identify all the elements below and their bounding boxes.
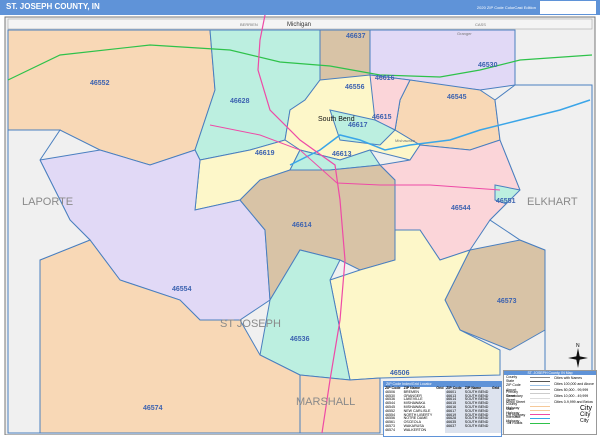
legend-swatch	[530, 405, 550, 407]
index-cell: SOUTH BEND	[463, 424, 491, 429]
zip-label: 46628	[230, 98, 250, 105]
legend-swatch	[530, 414, 550, 416]
zip-label: 46637	[346, 33, 366, 40]
zip-label: 46506	[390, 370, 410, 377]
legend-swatch	[530, 401, 550, 403]
zip-label: 46574	[143, 405, 163, 412]
zip-label: 46573	[497, 298, 517, 305]
index-cell	[445, 428, 464, 433]
label-michigan: Michigan	[287, 22, 311, 28]
legend-swatch	[530, 380, 550, 382]
index-grid: ZIP Code ZIP Name Grid ZIP Code ZIP Name Grid…	[384, 386, 501, 433]
zip-label: 46536	[290, 336, 310, 343]
label-elkhart: ELKHART	[527, 196, 578, 208]
zip-label: 46554	[172, 286, 192, 293]
zip-label: 46544	[451, 205, 471, 212]
label-laporte: LAPORTE	[22, 196, 73, 208]
zip-label: 46617	[348, 122, 368, 129]
map-title: ST. JOSEPH COUNTY, IN	[6, 2, 100, 11]
city-granger[interactable]: Granger	[457, 31, 472, 36]
zip-label: 46614	[292, 222, 312, 229]
edition-label: 2020 ZIP Code ColorCast Edition	[476, 5, 536, 10]
index-cell: 46574	[385, 427, 395, 432]
legend-swatch	[530, 422, 550, 424]
legend-item: Toll Roads	[504, 421, 552, 425]
index-cell: WALKERTON	[403, 427, 427, 432]
city-mishawaka[interactable]: Mishawaka	[395, 138, 416, 143]
zip-label: 46552	[90, 80, 110, 87]
legend-swatch	[530, 418, 550, 420]
label-st-joseph: ST JOSEPH	[220, 318, 281, 330]
table-row: 46574 WALKERTON	[384, 427, 501, 433]
index-cell	[435, 429, 445, 433]
legend-swatch	[530, 410, 550, 412]
header-bar: ST. JOSEPH COUNTY, IN 2020 ZIP Code Colo…	[0, 0, 600, 15]
legend-swatch	[530, 376, 550, 378]
zip-index-table: ZIP Code Index/Grid Locator ZIP Code ZIP …	[383, 381, 502, 437]
label-berrien: BERRIEN	[240, 22, 258, 27]
zip-label: 46530	[478, 62, 498, 69]
legend-swatch	[530, 393, 550, 395]
zip-label: 46545	[447, 94, 467, 101]
label-marshall: MARSHALL	[296, 396, 355, 408]
legend-swatch	[530, 397, 550, 399]
zip-label: 46613	[332, 151, 352, 158]
publisher-logo	[540, 1, 596, 14]
zip-label: 46615	[372, 114, 392, 121]
map-legend: ST. JOSEPH County, IN Map County State ZIP…	[503, 370, 597, 435]
legend-swatch	[530, 389, 550, 391]
zip-label: 46616	[375, 75, 395, 82]
zip-label: 46551	[496, 198, 516, 205]
legend-city-sample: City	[580, 405, 593, 412]
legend-city-sample: City	[580, 418, 589, 424]
legend-swatch	[530, 384, 550, 386]
zip-label: 46619	[255, 150, 275, 157]
label-cass: CASS	[475, 22, 486, 27]
legend-item-label: Toll Roads	[506, 421, 523, 426]
zip-label: 46556	[345, 84, 365, 91]
index-cell	[463, 428, 491, 433]
index-cell	[490, 428, 501, 433]
compass-north-label: N	[576, 343, 580, 349]
